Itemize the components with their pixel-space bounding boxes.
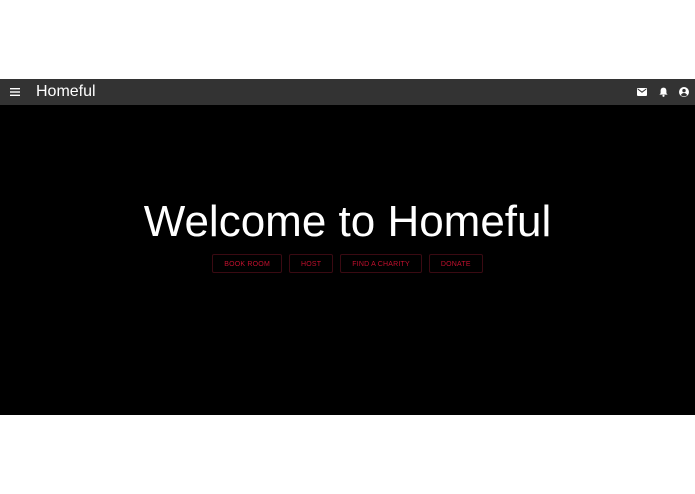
- menu-icon: [10, 88, 20, 96]
- donate-button[interactable]: DONATE: [428, 254, 483, 273]
- hero-section: Welcome to Homeful BOOK ROOM HOST FIND A…: [0, 105, 695, 415]
- notifications-button[interactable]: [656, 85, 670, 99]
- mail-button[interactable]: [635, 85, 649, 99]
- app-title: Homeful: [36, 83, 96, 100]
- hero-actions: BOOK ROOM HOST FIND A CHARITY DONATE: [0, 254, 695, 273]
- menu-button[interactable]: [9, 86, 21, 98]
- account-circle-icon: [679, 87, 689, 97]
- find-a-charity-button[interactable]: FIND A CHARITY: [340, 254, 422, 273]
- hero-title: Welcome to Homeful: [143, 197, 552, 246]
- app-frame: Homeful Welcome to Homeful BOOK ROOM HOS…: [0, 79, 695, 415]
- account-button[interactable]: [677, 85, 691, 99]
- book-room-button[interactable]: BOOK ROOM: [212, 254, 282, 273]
- appbar-actions: [628, 85, 691, 99]
- host-button[interactable]: HOST: [288, 254, 334, 273]
- bell-icon: [658, 87, 668, 97]
- app-bar: Homeful: [0, 79, 695, 105]
- mail-icon: [637, 88, 647, 96]
